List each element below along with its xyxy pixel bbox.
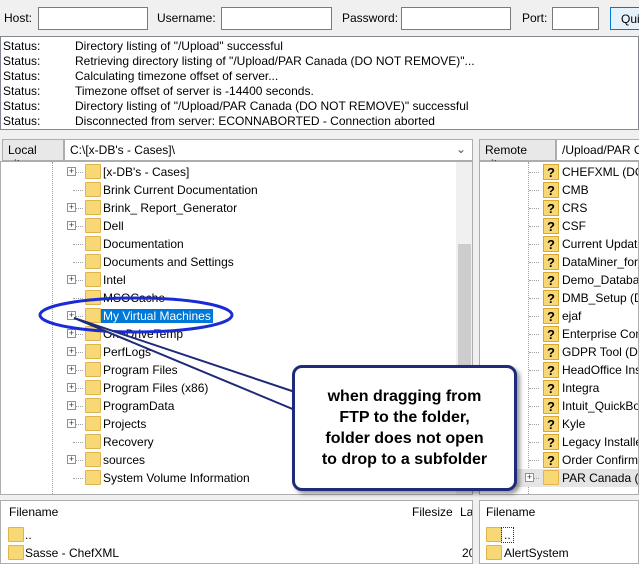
callout-line: FTP to the folder, [339,409,470,426]
annotation-callout: when dragging from FTP to the folder, fold… [292,365,517,491]
callout-line: folder does not open [325,430,484,447]
callout-pointer [73,317,296,412]
callout-line: when dragging from [327,388,482,405]
callout-line: to drop to a subfolder [321,451,488,468]
highlight-ellipse [38,296,234,334]
